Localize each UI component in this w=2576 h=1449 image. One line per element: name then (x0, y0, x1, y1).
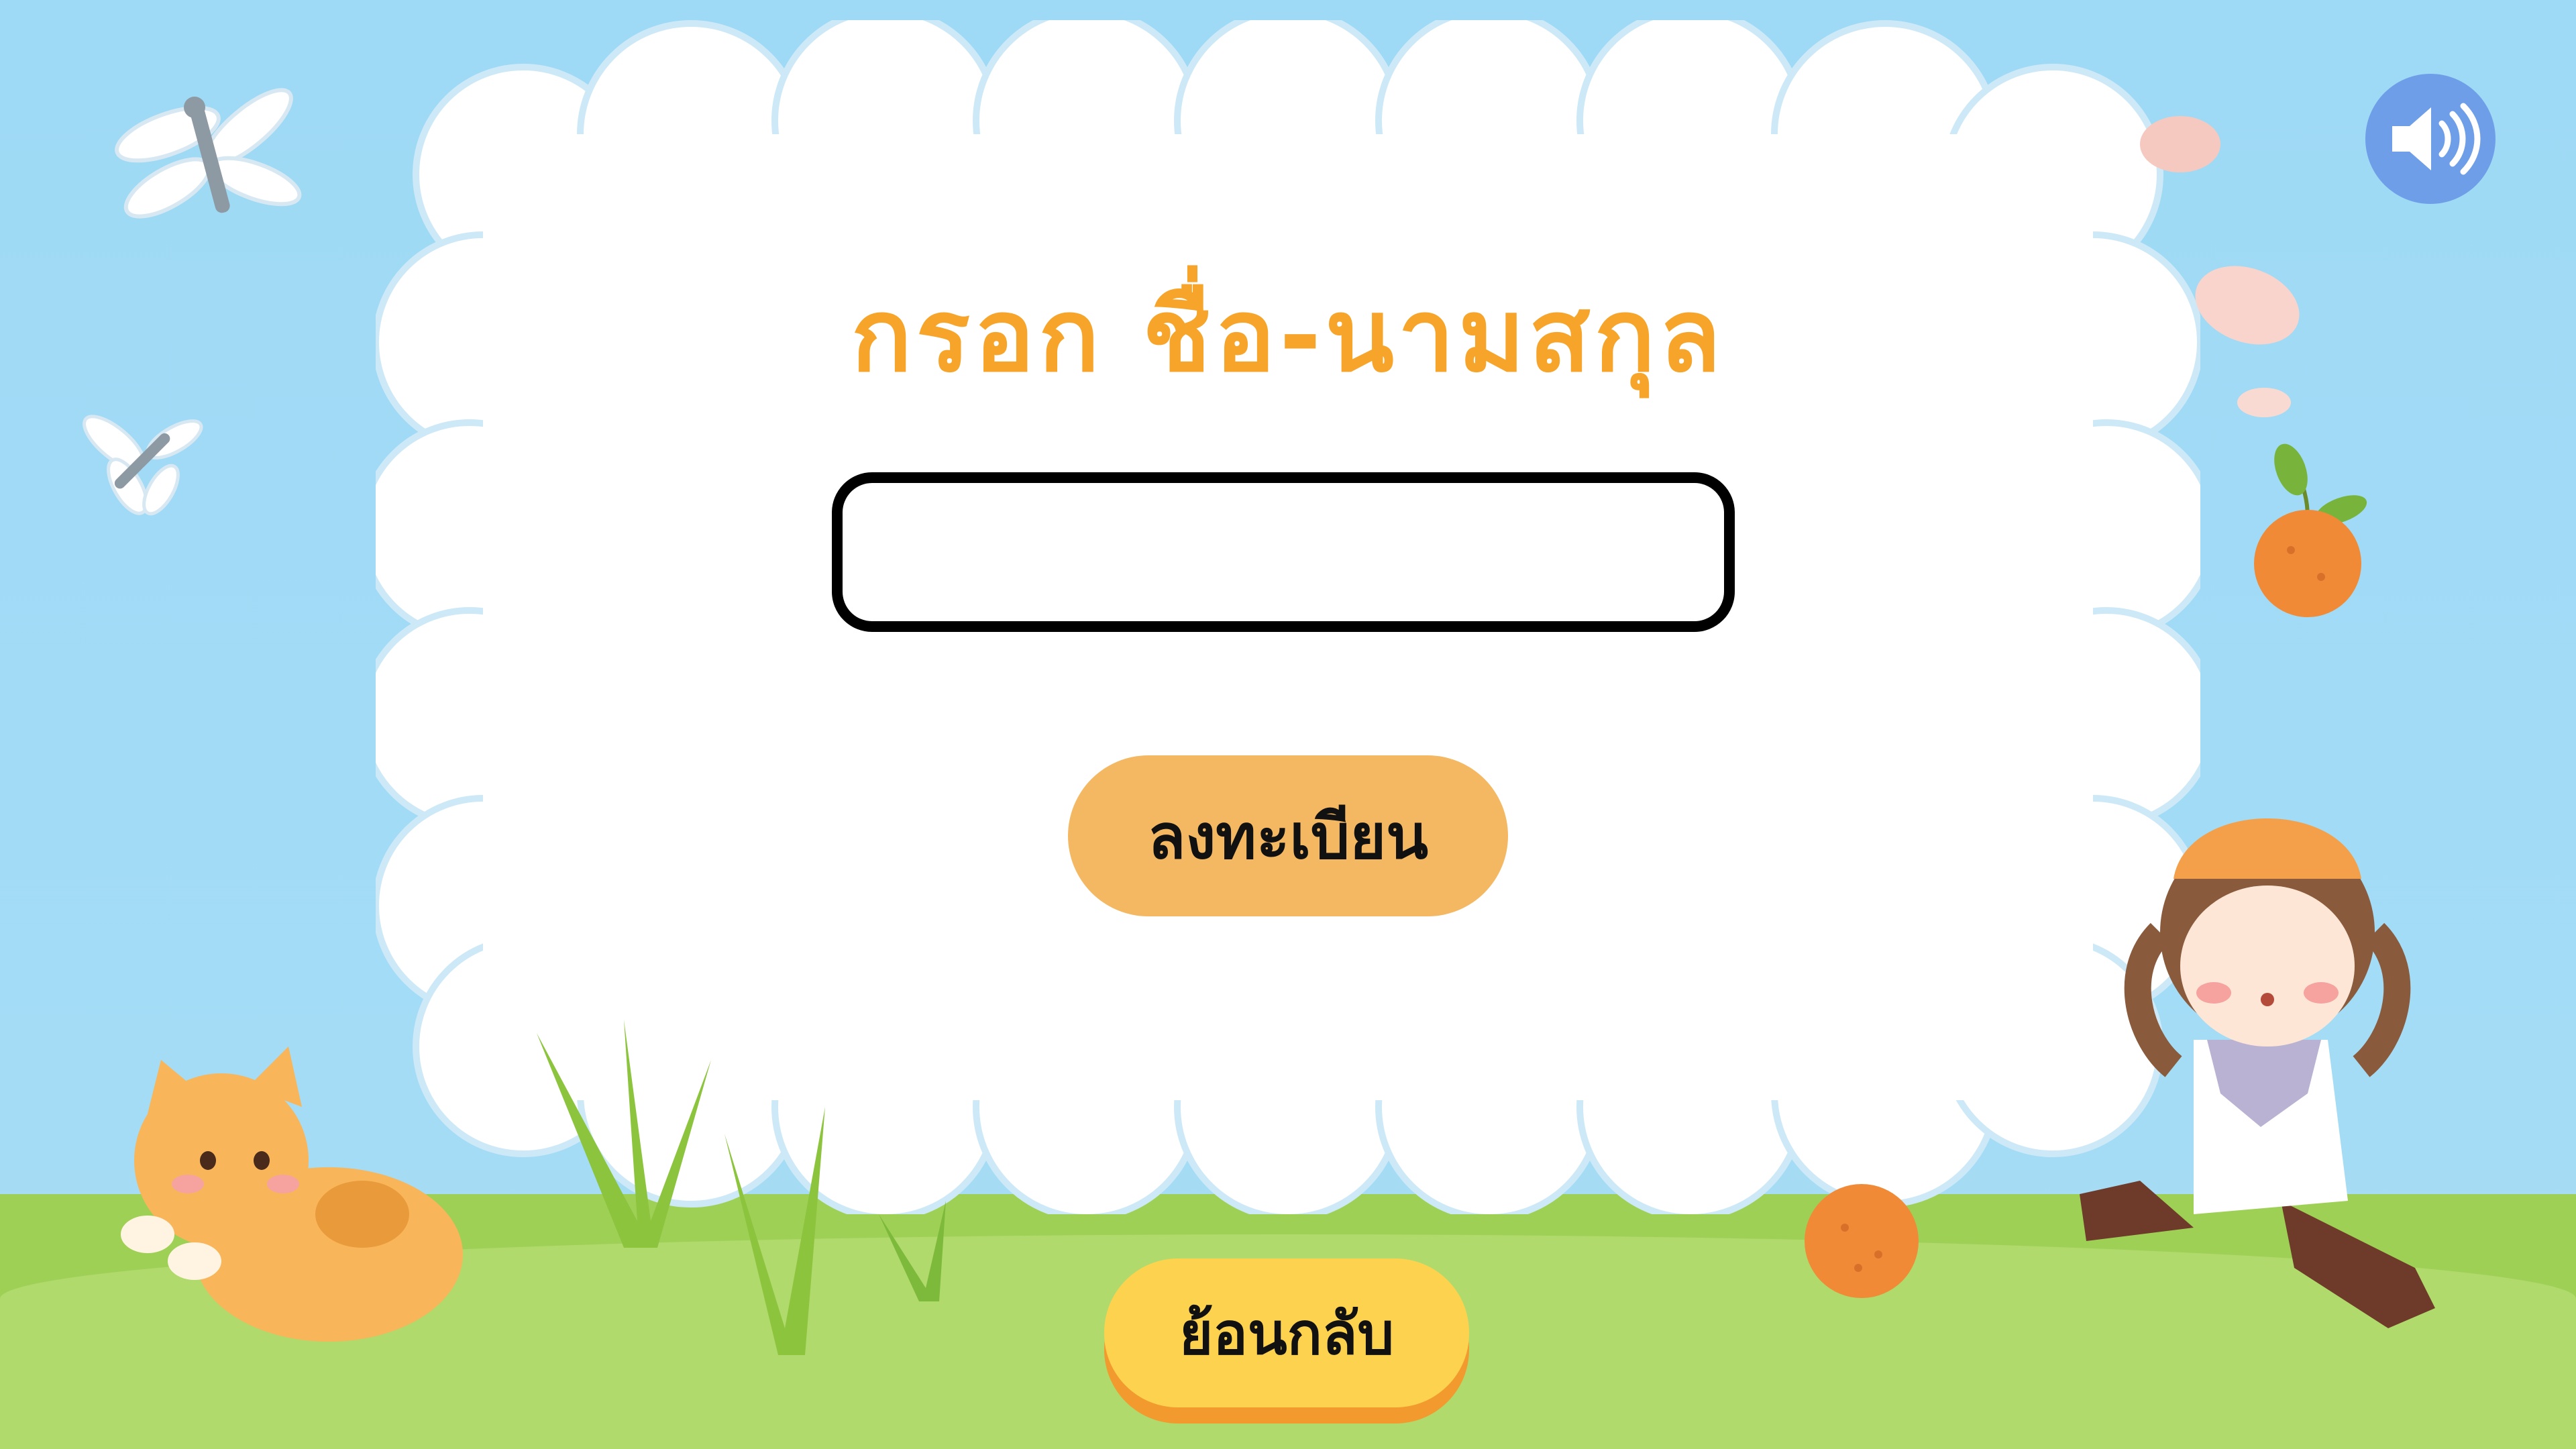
speaker-volume-icon (2392, 103, 2481, 175)
register-button[interactable]: ลงทะเบียน (1068, 755, 1508, 916)
orange-fruit (1805, 1184, 1919, 1298)
dragonfly-icon (115, 88, 302, 219)
girl-illustration (2080, 818, 2435, 1328)
petal (2140, 116, 2220, 172)
dragonfly-icon (83, 415, 203, 516)
sound-toggle-button[interactable] (2365, 74, 2496, 204)
name-input[interactable] (832, 472, 1735, 632)
grass-tuft (724, 1107, 825, 1355)
petal (2195, 266, 2300, 345)
cat-illustration (121, 1046, 463, 1342)
orange-fruit (2254, 443, 2367, 617)
back-button[interactable]: ย้อนกลับ (1104, 1258, 1469, 1407)
grass-tuft (537, 1020, 711, 1248)
grass-tuft (879, 1201, 946, 1301)
game-screen: กรอก ชื่อ-นามสกุล ลงทะเบียน ย้อนกลับ (0, 0, 2576, 1449)
page-title: กรอก ชื่อ-นามสกุล (851, 277, 1725, 394)
petal (2237, 388, 2291, 417)
